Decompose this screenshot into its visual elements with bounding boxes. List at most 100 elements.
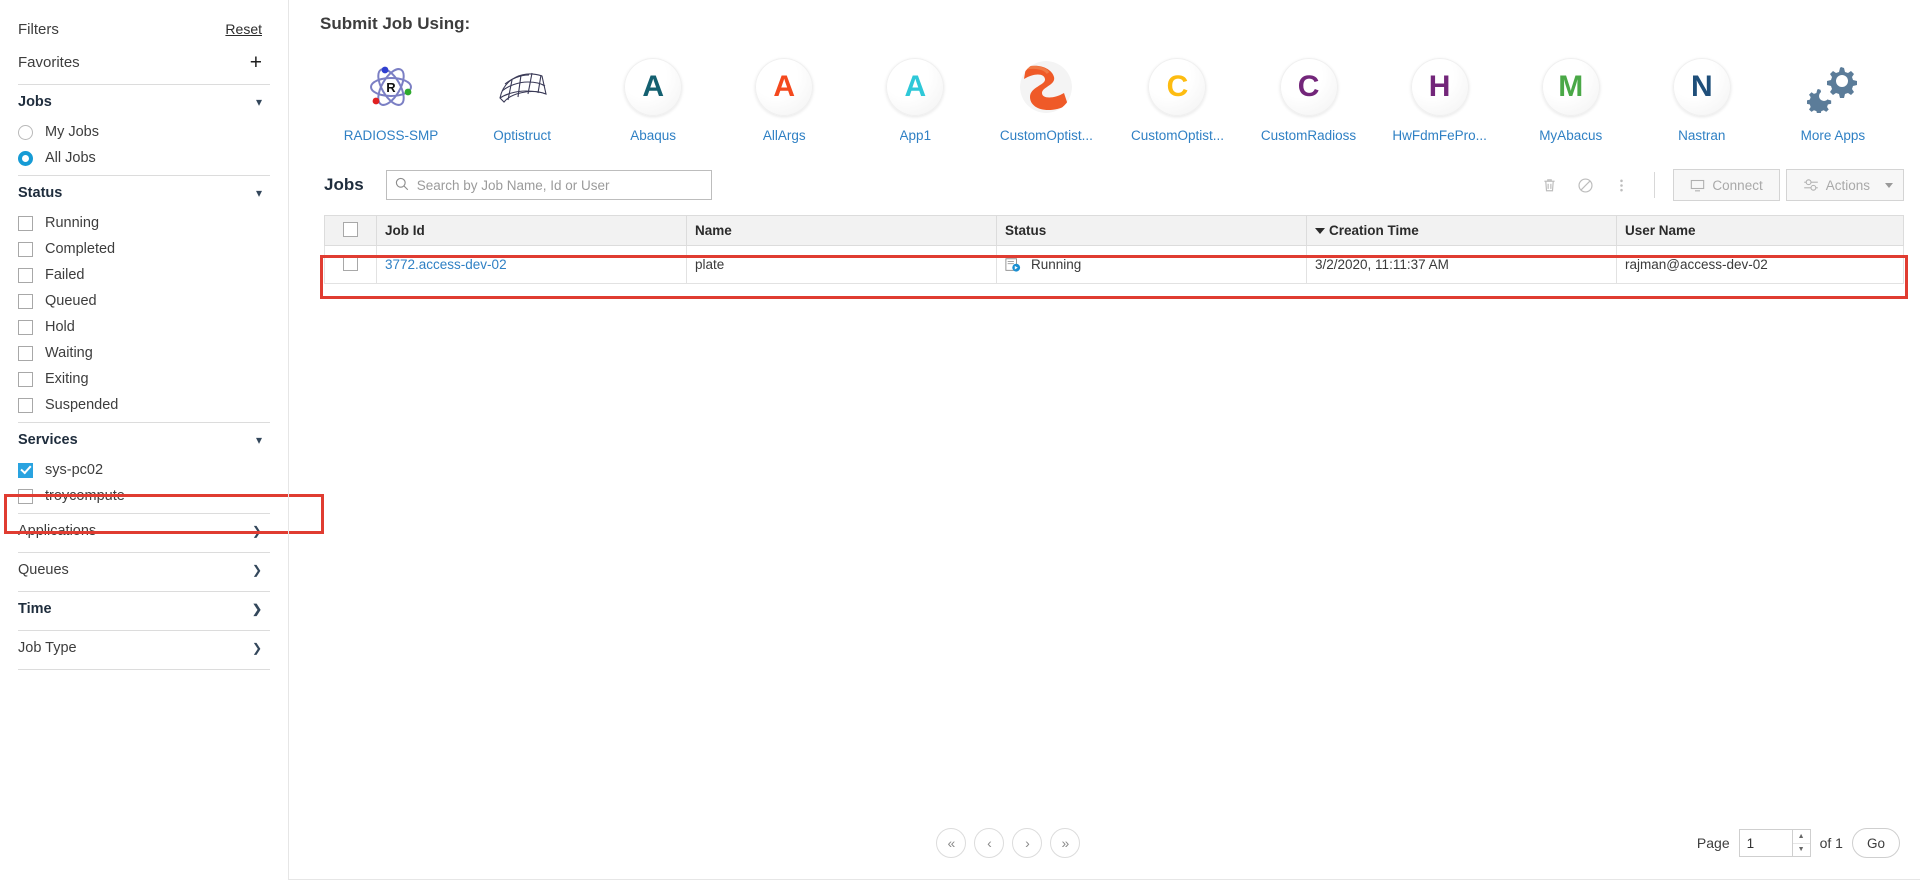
- app-tile-optistruct[interactable]: Optistruct: [463, 58, 581, 143]
- svg-text:R: R: [386, 80, 396, 95]
- first-page-button[interactable]: «: [936, 828, 967, 858]
- gear-icon: [1803, 177, 1819, 193]
- app-tile-nastran[interactable]: N Nastran: [1643, 58, 1761, 143]
- letter-a-icon: A: [624, 58, 683, 116]
- checkbox-service-troycompute[interactable]: troycompute: [0, 483, 288, 509]
- jobs-toolbar: Jobs Search by Job Name, Id or User Conn…: [320, 169, 1904, 201]
- pagination-bar: « ‹ › » Page ▲ ▼ of 1 Go: [288, 828, 1920, 858]
- toolbar-actions: Connect Actions: [1534, 169, 1904, 201]
- letter-c-icon: C: [1148, 58, 1207, 116]
- kebab-menu-icon[interactable]: [1606, 170, 1636, 200]
- next-page-button[interactable]: ›: [1012, 828, 1043, 858]
- column-header-status[interactable]: Status: [996, 215, 1307, 246]
- app-tile-allargs[interactable]: A AllArgs: [725, 58, 843, 143]
- service-sys-pc02-label: sys-pc02: [45, 462, 104, 478]
- checkbox-status-completed[interactable]: Completed: [0, 236, 288, 262]
- section-queues-label: Queues: [18, 562, 69, 578]
- go-button[interactable]: Go: [1851, 828, 1900, 858]
- creation-time-label: Creation Time: [1329, 223, 1419, 238]
- checkbox-service-sys-pc02[interactable]: sys-pc02: [0, 457, 288, 483]
- app-label: More Apps: [1800, 128, 1866, 143]
- total-pages-label: of 1: [1819, 835, 1843, 851]
- letter-c-icon: C: [1279, 58, 1338, 116]
- ban-icon[interactable]: [1570, 170, 1600, 200]
- radio-all-jobs[interactable]: All Jobs: [0, 145, 288, 171]
- checkbox-icon: [18, 241, 33, 257]
- chevron-down-icon: ▾: [255, 95, 262, 109]
- section-job-type[interactable]: Job Type ❯: [0, 631, 288, 665]
- status-hold-label: Hold: [45, 319, 75, 335]
- app-label: CustomOptist...: [1130, 128, 1224, 143]
- checkbox-status-failed[interactable]: Failed: [0, 262, 288, 288]
- running-status-icon: [1005, 257, 1021, 272]
- reset-filters-link[interactable]: Reset: [225, 21, 262, 37]
- chevron-right-icon: ❯: [251, 641, 262, 655]
- app-tile-hwfdmfepro[interactable]: H HwFdmFePro...: [1381, 58, 1499, 143]
- column-header-job-id[interactable]: Job Id: [376, 215, 687, 246]
- app-tile-customoptistruct-2[interactable]: C CustomOptist...: [1118, 58, 1236, 143]
- services-group-header[interactable]: Services ▾: [0, 423, 288, 457]
- column-header-user-name[interactable]: User Name: [1616, 215, 1904, 246]
- section-applications[interactable]: Applications ❯: [0, 514, 288, 548]
- app-tile-more-apps[interactable]: More Apps: [1774, 58, 1892, 143]
- cell-name: plate: [686, 245, 997, 284]
- search-input[interactable]: [385, 170, 712, 200]
- app-label: Nastran: [1678, 128, 1726, 143]
- checkbox-status-waiting[interactable]: Waiting: [0, 340, 288, 366]
- trash-icon[interactable]: [1534, 170, 1564, 200]
- connect-button[interactable]: Connect: [1673, 169, 1780, 201]
- checkbox-icon[interactable]: [343, 255, 358, 271]
- stepper-up-icon[interactable]: ▲: [1792, 830, 1810, 844]
- checkbox-status-queued[interactable]: Queued: [0, 288, 288, 314]
- checkbox-status-exiting[interactable]: Exiting: [0, 366, 288, 392]
- app-label: App1: [899, 128, 932, 143]
- app-tile-myabacus[interactable]: M MyAbacus: [1512, 58, 1630, 143]
- jobs-group-header[interactable]: Jobs ▾: [0, 85, 288, 119]
- table-body: 3772.access-dev-02 plate Running 3/2/202…: [324, 245, 1904, 284]
- app-label: CustomRadioss: [1260, 128, 1357, 143]
- app-tile-app1[interactable]: A App1: [856, 58, 974, 143]
- column-header-name[interactable]: Name: [686, 215, 997, 246]
- add-favorite-icon[interactable]: +: [250, 52, 262, 73]
- page-number-input[interactable]: [1739, 830, 1792, 856]
- services-group-title: Services: [18, 432, 78, 448]
- actions-button[interactable]: Actions: [1785, 169, 1904, 201]
- app-label: HwFdmFePro...: [1392, 128, 1487, 143]
- pagination-buttons: « ‹ › »: [936, 828, 1081, 858]
- app-tile-radioss-smp[interactable]: R RADIOSS-SMP: [332, 58, 450, 143]
- section-time[interactable]: Time ❯: [0, 592, 288, 626]
- status-running-label: Running: [45, 215, 100, 231]
- checkbox-status-running[interactable]: Running: [0, 210, 288, 236]
- app-tile-abaqus[interactable]: A Abaqus: [594, 58, 712, 143]
- prev-page-button[interactable]: ‹: [974, 828, 1005, 858]
- app-tile-customradioss[interactable]: C CustomRadioss: [1250, 58, 1368, 143]
- toolbar-divider: [1654, 172, 1656, 198]
- search-wrapper: [385, 170, 712, 200]
- chevron-right-icon: ❯: [251, 563, 262, 577]
- page-input-wrapper: ▲ ▼: [1738, 829, 1811, 857]
- chevron-right-icon: ❯: [251, 524, 262, 538]
- sort-desc-icon: [1315, 228, 1325, 235]
- column-header-creation-time[interactable]: Creation Time: [1306, 215, 1617, 246]
- checkbox-status-suspended[interactable]: Suspended: [0, 392, 288, 418]
- status-queued-label: Queued: [45, 293, 97, 309]
- stepper-down-icon[interactable]: ▼: [1793, 844, 1810, 857]
- status-waiting-label: Waiting: [45, 345, 93, 361]
- checkbox-icon: [18, 267, 33, 283]
- filters-label: Filters: [18, 20, 59, 38]
- radio-my-jobs[interactable]: My Jobs: [0, 119, 288, 145]
- table-header-row: Job Id Name Status Creation Time User Na…: [324, 215, 1904, 246]
- app-tile-customoptistruct-1[interactable]: CustomOptist...: [987, 58, 1105, 143]
- checkbox-status-hold[interactable]: Hold: [0, 314, 288, 340]
- page-stepper: ▲ ▼: [1791, 830, 1810, 857]
- favorites-row[interactable]: Favorites +: [0, 44, 288, 80]
- last-page-button[interactable]: »: [1050, 828, 1081, 858]
- checkbox-icon[interactable]: [343, 221, 358, 237]
- table-row[interactable]: 3772.access-dev-02 plate Running 3/2/202…: [324, 245, 1904, 284]
- status-group-header[interactable]: Status ▾: [0, 176, 288, 210]
- app-label: AllArgs: [762, 128, 806, 143]
- job-id-link[interactable]: 3772.access-dev-02: [385, 257, 507, 272]
- letter-a-icon: A: [886, 58, 945, 116]
- checkbox-icon: [18, 293, 33, 309]
- section-queues[interactable]: Queues ❯: [0, 553, 288, 587]
